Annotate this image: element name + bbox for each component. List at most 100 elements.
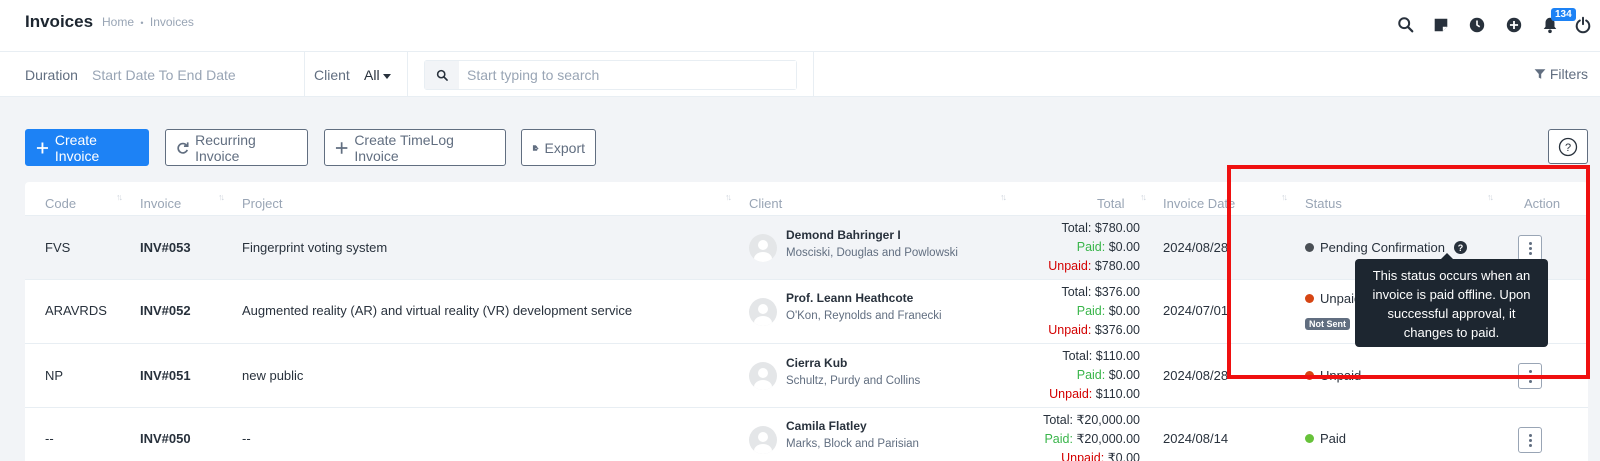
client-name-link[interactable]: Prof. Leann Heathcote (786, 291, 913, 305)
column-header-total[interactable]: Total (1097, 196, 1124, 211)
invoice-date: 2024/08/14 (1163, 431, 1229, 446)
unpaid-amount: $376.00 (1094, 323, 1140, 337)
total-amount: ₹20,000.00 (1076, 413, 1140, 427)
power-icon[interactable] (1572, 14, 1594, 36)
total-amount: $110.00 (1095, 349, 1140, 363)
svg-text:?: ? (1565, 142, 1571, 154)
row-actions-button[interactable] (1518, 235, 1542, 261)
invoice-number-link[interactable]: INV#051 (140, 368, 191, 383)
caret-down-icon (382, 73, 391, 79)
duration-date-range[interactable]: Start Date To End Date (92, 67, 236, 83)
invoice-number-link[interactable]: INV#053 (140, 240, 191, 255)
client-label: Client (314, 67, 350, 83)
column-header-invoice-date[interactable]: Invoice Date (1163, 196, 1235, 211)
clock-icon[interactable] (1466, 14, 1488, 36)
filter-bar: Duration Start Date To End Date Client A… (0, 52, 1600, 97)
invoice-code: NP (45, 368, 64, 383)
column-header-project[interactable]: Project (242, 196, 282, 211)
table-row[interactable]: NP INV#051 new public Cierra Kub Schultz… (25, 344, 1588, 408)
sort-icon[interactable]: ↑↓ (725, 192, 732, 202)
filters-button[interactable]: Filters (1534, 66, 1588, 82)
filters-label: Filters (1549, 66, 1588, 82)
row-actions-button[interactable] (1518, 427, 1542, 453)
column-header-code[interactable]: Code (45, 196, 76, 211)
create-timelog-invoice-button[interactable]: Create TimeLog Invoice (324, 129, 506, 166)
invoices-table: Code ↑↓ Invoice ↑↓ Project ↑↓ Client ↑↓ … (25, 182, 1588, 461)
sort-icon[interactable]: ↑↓ (1281, 192, 1288, 202)
recurring-invoice-button[interactable]: Recurring Invoice (165, 129, 308, 166)
question-circle-icon: ? (1558, 137, 1578, 156)
plus-circle-icon[interactable] (1503, 14, 1525, 36)
invoice-amounts: Total: $780.00 Paid: $0.00 Unpaid: $780.… (1000, 219, 1140, 276)
sticky-note-icon[interactable] (1430, 14, 1452, 36)
invoice-date: 2024/08/28 (1163, 240, 1229, 255)
invoice-amounts: Total: $376.00 Paid: $0.00 Unpaid: $376.… (1000, 283, 1140, 340)
column-header-invoice[interactable]: Invoice (140, 196, 181, 211)
project-name: Fingerprint voting system (242, 240, 388, 255)
invoice-date: 2024/08/28 (1163, 368, 1229, 383)
status-dot (1305, 294, 1314, 303)
total-label: Total: (1061, 285, 1092, 299)
sort-icon[interactable]: ↑↓ (116, 192, 123, 202)
paid-label: Paid: (1076, 304, 1106, 318)
avatar (749, 362, 777, 390)
invoice-code: ARAVRDS (45, 303, 107, 318)
total-label: Total: (1061, 221, 1092, 235)
export-label: Export (544, 139, 585, 156)
paid-amount: $0.00 (1108, 304, 1140, 318)
page-title: Invoices (25, 12, 94, 31)
search-icon[interactable] (1395, 14, 1417, 36)
status-label: Paid (1320, 431, 1347, 446)
column-header-action: Action (1524, 196, 1561, 211)
avatar (749, 234, 777, 262)
refresh-icon (177, 141, 189, 154)
paid-amount: $0.00 (1108, 240, 1140, 254)
row-actions-button[interactable] (1518, 363, 1542, 389)
client-name-link[interactable]: Camila Flatley (786, 419, 867, 433)
create-timelog-invoice-label: Create TimeLog Invoice (354, 131, 454, 164)
table-row[interactable]: FVS INV#053 Fingerprint voting system De… (25, 216, 1588, 280)
filter-divider (407, 52, 408, 97)
create-invoice-label: Create Invoice (54, 131, 100, 164)
sort-icon[interactable]: ↑↓ (1140, 192, 1147, 202)
invoice-code: FVS (45, 240, 71, 255)
column-header-client[interactable]: Client (749, 196, 782, 211)
status: Paid (1305, 431, 1346, 446)
create-invoice-button[interactable]: Create Invoice (25, 129, 149, 166)
column-header-status[interactable]: Status (1305, 196, 1342, 211)
invoice-number-link[interactable]: INV#050 (140, 431, 191, 446)
export-button[interactable]: Export (521, 129, 596, 166)
client-company: O'Kon, Reynolds and Franecki (786, 310, 942, 322)
invoice-code: -- (45, 431, 54, 446)
client-name-link[interactable]: Cierra Kub (786, 356, 847, 370)
search-box (424, 60, 797, 90)
unpaid-label: Unpaid: (1049, 387, 1093, 401)
total-label: Total: (1062, 349, 1093, 363)
filter-icon (1534, 69, 1546, 79)
client-select[interactable]: All (364, 67, 391, 83)
status-label: Pending Confirmation (1320, 240, 1446, 255)
project-name: -- (242, 431, 251, 446)
recurring-invoice-label: Recurring Invoice (195, 131, 256, 164)
client-company: Marks, Block and Parisian (786, 438, 919, 450)
filter-divider (813, 52, 814, 97)
client-name-link[interactable]: Demond Bahringer I (786, 228, 901, 242)
avatar (749, 426, 777, 454)
search-input[interactable] (459, 61, 796, 89)
sort-icon[interactable]: ↑↓ (218, 192, 225, 202)
paid-label: Paid: (1044, 432, 1073, 446)
table-row[interactable]: ARAVRDS INV#052 Augmented reality (AR) a… (25, 280, 1588, 344)
invoice-amounts: Total: ₹20,000.00 Paid: ₹20,000.00 Unpai… (1000, 411, 1140, 461)
invoice-number-link[interactable]: INV#052 (140, 303, 191, 318)
help-button[interactable]: ? (1548, 129, 1588, 164)
plus-icon (36, 141, 48, 154)
question-circle-icon[interactable]: ? (1454, 241, 1468, 254)
table-row[interactable]: -- INV#050 -- Camila Flatley Marks, Bloc… (25, 408, 1588, 461)
breadcrumb: Home • Invoices (102, 15, 194, 29)
breadcrumb-separator: • (140, 18, 144, 28)
duration-label: Duration (25, 67, 78, 83)
breadcrumb-home[interactable]: Home (102, 15, 134, 29)
sort-icon[interactable]: ↑↓ (1000, 192, 1007, 202)
project-name: Augmented reality (AR) and virtual reali… (242, 303, 633, 318)
sort-icon[interactable]: ↑↓ (1487, 192, 1494, 202)
